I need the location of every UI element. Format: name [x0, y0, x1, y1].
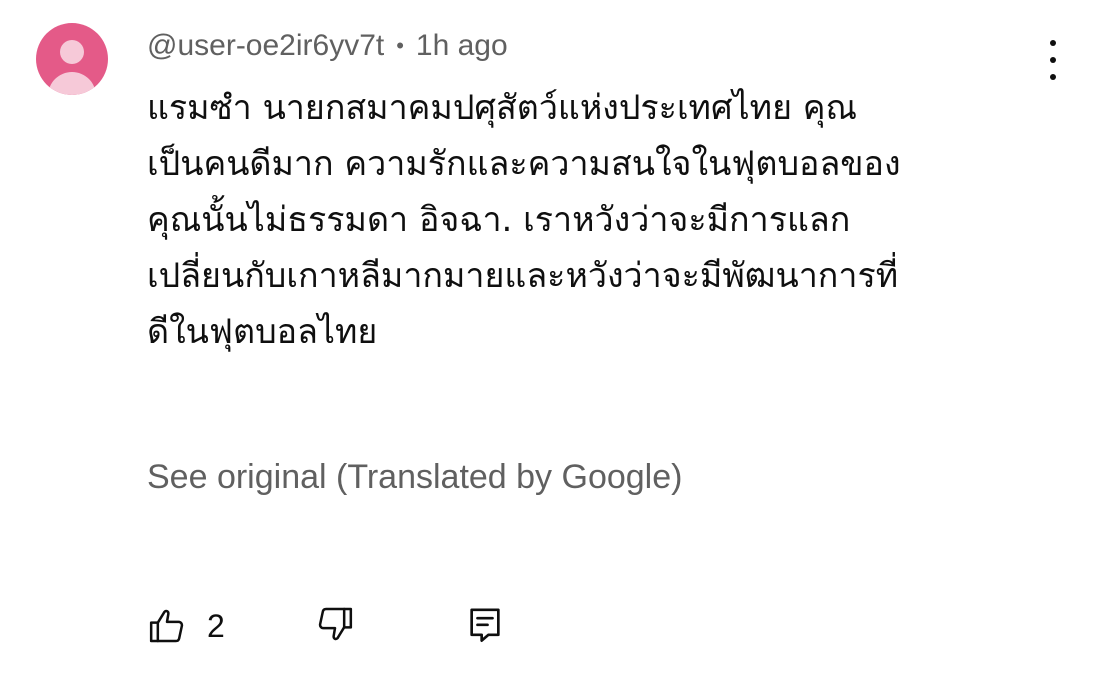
more-vertical-icon[interactable] — [1036, 40, 1070, 80]
comment-text-line: แรมซำ นายกสมาคมปศุสัตว์แห่งประเทศไทย คุณ — [147, 88, 858, 128]
reply-button[interactable] — [465, 604, 509, 648]
like-button[interactable]: 2 — [147, 604, 225, 648]
comment-header: @user-oe2ir6yv7t • 1h ago — [147, 26, 508, 66]
separator-dot: • — [396, 33, 404, 58]
comment-text-line: ดีในฟุตบอลไทย — [147, 312, 378, 352]
comment-card: @user-oe2ir6yv7t • 1h ago แรมซำ นายกสมาค… — [0, 0, 1115, 683]
comment-text: แรมซำ นายกสมาคมปศุสัตว์แห่งประเทศไทย คุณ… — [147, 80, 1047, 360]
menu-dot — [1050, 74, 1056, 80]
author-name[interactable]: @user-oe2ir6yv7t — [147, 29, 384, 63]
comment-text-line: คุณนั้นไม่ธรรมดา อิจฉา. เราหวังว่าจะมีกา… — [147, 200, 851, 240]
dislike-button[interactable] — [315, 604, 359, 648]
thumbs-up-icon — [149, 609, 184, 643]
avatar[interactable] — [36, 23, 108, 95]
comment-actions: 2 — [147, 600, 547, 652]
comment-text-line: เปลี่ยนกับเกาหลีมากมายและหวังว่าจะมีพัฒน… — [147, 256, 899, 296]
reply-comment-icon — [470, 608, 500, 642]
avatar-body-shape — [48, 72, 96, 95]
menu-dot — [1050, 40, 1056, 46]
like-count: 2 — [207, 607, 225, 644]
menu-dot — [1050, 57, 1056, 63]
see-original-link[interactable]: See original (Translated by Google) — [147, 458, 682, 497]
comment-timestamp[interactable]: 1h ago — [416, 29, 508, 63]
avatar-head-shape — [60, 40, 84, 64]
comment-text-line: เป็นคนดีมาก ความรักและความสนใจในฟุตบอลขอ… — [147, 144, 901, 184]
thumbs-down-icon — [318, 607, 353, 641]
